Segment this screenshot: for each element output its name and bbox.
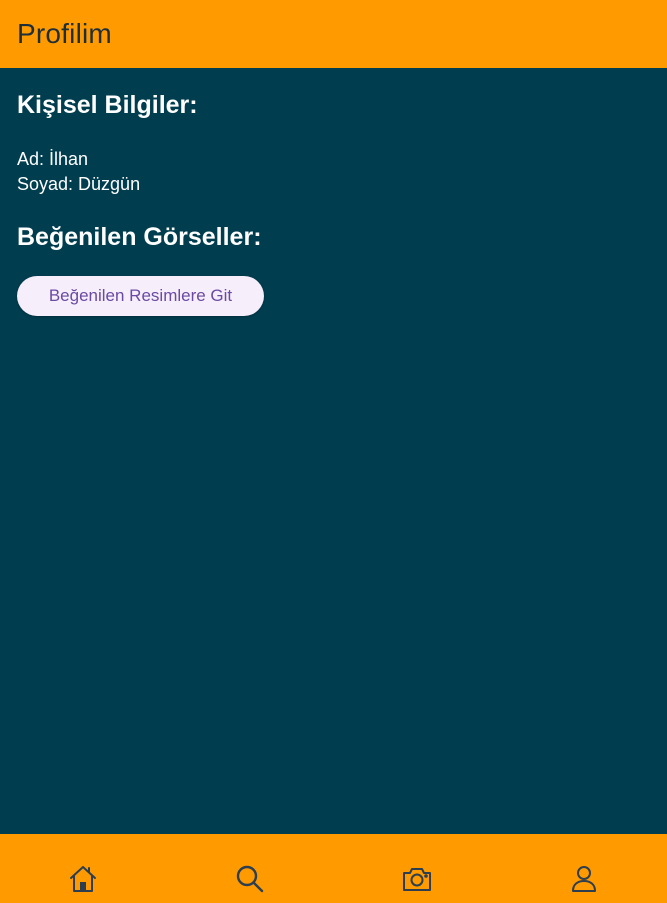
app-bar: Profilim bbox=[0, 0, 667, 68]
personal-info: Ad: İlhan Soyad: Düzgün bbox=[17, 147, 140, 197]
go-to-liked-images-button[interactable]: Beğenilen Resimlere Git bbox=[17, 276, 264, 316]
liked-images-heading: Beğenilen Görseller: bbox=[17, 223, 262, 251]
home-icon bbox=[70, 865, 97, 892]
camera-icon bbox=[402, 867, 431, 891]
first-name-text: Ad: İlhan bbox=[17, 149, 89, 169]
nav-camera[interactable] bbox=[387, 839, 447, 899]
nav-search[interactable] bbox=[220, 839, 280, 899]
search-icon bbox=[236, 865, 264, 892]
page-title: Profilim bbox=[17, 18, 112, 49]
nav-home[interactable] bbox=[53, 839, 113, 899]
last-name-text: Soyad: Düzgün bbox=[17, 174, 141, 194]
nav-profile[interactable] bbox=[554, 839, 614, 899]
person-icon bbox=[571, 865, 596, 892]
personal-info-heading: Kişisel Bilgiler: bbox=[17, 91, 198, 119]
bottom-navigation bbox=[0, 834, 667, 903]
